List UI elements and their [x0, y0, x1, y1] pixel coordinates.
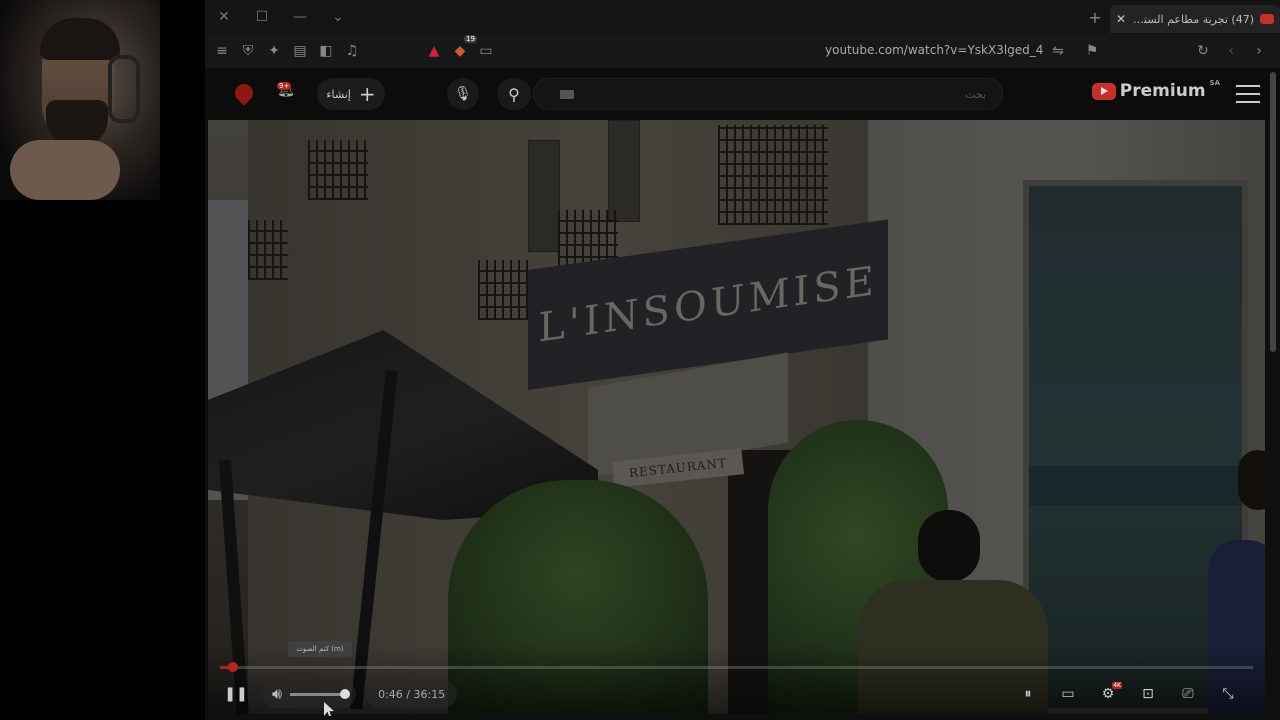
subtitles-icon[interactable]: ▭ — [1053, 680, 1083, 708]
browser-toolbar: ≡ ⛨ ✦ ▤ ◧ ♫ ▲ ◆ 19 ▭ youtube.com/watch?v=… — [205, 34, 1280, 68]
new-tab-button[interactable]: + — [1080, 8, 1110, 27]
volume-knob[interactable] — [340, 688, 351, 699]
logo-text: Premium — [1119, 81, 1206, 101]
tab-list-chevron-icon[interactable]: ⌄ — [319, 0, 357, 34]
menu-icon[interactable]: ≡ — [209, 38, 235, 64]
video-dim-overlay — [208, 120, 1265, 714]
reload-icon[interactable]: ↻ — [1190, 38, 1216, 64]
shield-icon[interactable]: ⛨ — [235, 38, 261, 64]
reader-icon[interactable]: ▤ — [287, 38, 313, 64]
youtube-favicon-icon — [1260, 14, 1274, 24]
minimize-window-icon[interactable]: — — [281, 0, 319, 34]
maximize-window-icon[interactable]: ☐ — [243, 0, 281, 34]
autoplay-toggle-icon[interactable]: ⏸ — [1013, 680, 1043, 708]
hamburger-menu-icon[interactable] — [1236, 82, 1260, 106]
region-code: SA — [1209, 79, 1220, 87]
avatar[interactable] — [231, 80, 257, 106]
create-button[interactable]: إنشاء + — [317, 78, 385, 110]
volume-icon[interactable]: 🔊︎ — [272, 684, 282, 704]
wallet-icon[interactable]: ▭ — [473, 38, 499, 64]
progress-bar[interactable] — [220, 666, 1253, 669]
sidebar-icon[interactable]: ◧ — [313, 38, 339, 64]
volume-slider[interactable] — [290, 688, 351, 699]
address-bar[interactable]: youtube.com/watch?v=YskX3lged_4 — [825, 43, 1043, 57]
forward-icon[interactable]: › — [1246, 38, 1272, 64]
title-bar: ✕ ☐ — ⌄ + (47) تجربة مطاعم الستيك في بار… — [205, 0, 1280, 34]
keyboard-icon[interactable] — [560, 90, 574, 99]
search-placeholder: بحث — [965, 87, 986, 101]
mute-tooltip: كتم الصوت (m) — [288, 641, 352, 657]
time-display: 0:46 / 36:15 — [366, 680, 458, 708]
microphone-icon[interactable]: 🎙︎ — [447, 78, 479, 110]
pause-icon[interactable]: ❚❚ — [220, 680, 252, 708]
webcam-person-hair — [40, 18, 120, 60]
tab-title: (47) تجربة مطاعم الستيك في باريس — [1132, 12, 1254, 26]
youtube-logo-icon — [1091, 82, 1116, 100]
webcam-person-hands — [10, 140, 120, 200]
cast-icon[interactable]: ⎚ — [1173, 680, 1203, 708]
bookmark-icon[interactable]: ⚑ — [1079, 38, 1105, 64]
settings-gear-icon[interactable]: ⚙ — [1093, 680, 1123, 708]
volume-control[interactable]: 🔊︎ — [262, 680, 357, 708]
search-icon[interactable]: ⚲ — [497, 78, 531, 110]
webcam-feed — [0, 0, 160, 200]
close-window-icon[interactable]: ✕ — [205, 0, 243, 34]
page-scrollbar[interactable] — [1270, 72, 1276, 352]
create-label: إنشاء — [326, 87, 351, 101]
fullscreen-exit-icon[interactable]: ⤡ — [1213, 680, 1243, 708]
back-icon[interactable]: ‹ — [1218, 38, 1244, 64]
brave-shields-icon[interactable]: ◆ 19 — [447, 35, 477, 64]
shields-count-badge: 19 — [464, 35, 477, 43]
site-settings-icon[interactable]: ⇋ — [1045, 38, 1071, 64]
extensions-icon[interactable]: ✦ — [261, 38, 287, 64]
tab-close-icon[interactable]: ✕ — [1116, 12, 1126, 26]
plus-icon: + — [358, 82, 376, 106]
headset-icon — [108, 55, 140, 123]
miniplayer-icon[interactable]: ⊡ — [1133, 680, 1163, 708]
music-icon[interactable]: ♫ — [339, 38, 365, 64]
youtube-header: 🔔︎ 9+ إنشاء + 🎙︎ ⚲ بحث Premium SA — [205, 68, 1280, 120]
webcam-overlay — [0, 0, 205, 720]
browser-window: ✕ ☐ — ⌄ + (47) تجربة مطاعم الستيك في بار… — [205, 0, 1280, 720]
tab-youtube[interactable]: (47) تجربة مطاعم الستيك في باريس ✕ — [1110, 5, 1280, 33]
notification-count-badge: 9+ — [277, 82, 292, 90]
search-input[interactable]: بحث — [533, 78, 1003, 110]
youtube-premium-logo[interactable]: Premium SA — [1091, 79, 1220, 101]
brave-rewards-icon[interactable]: ▲ — [421, 38, 447, 64]
video-player[interactable]: L'INSOUMISE RESTAURANT كتم الصوت (m) ❚❚ … — [208, 120, 1265, 714]
